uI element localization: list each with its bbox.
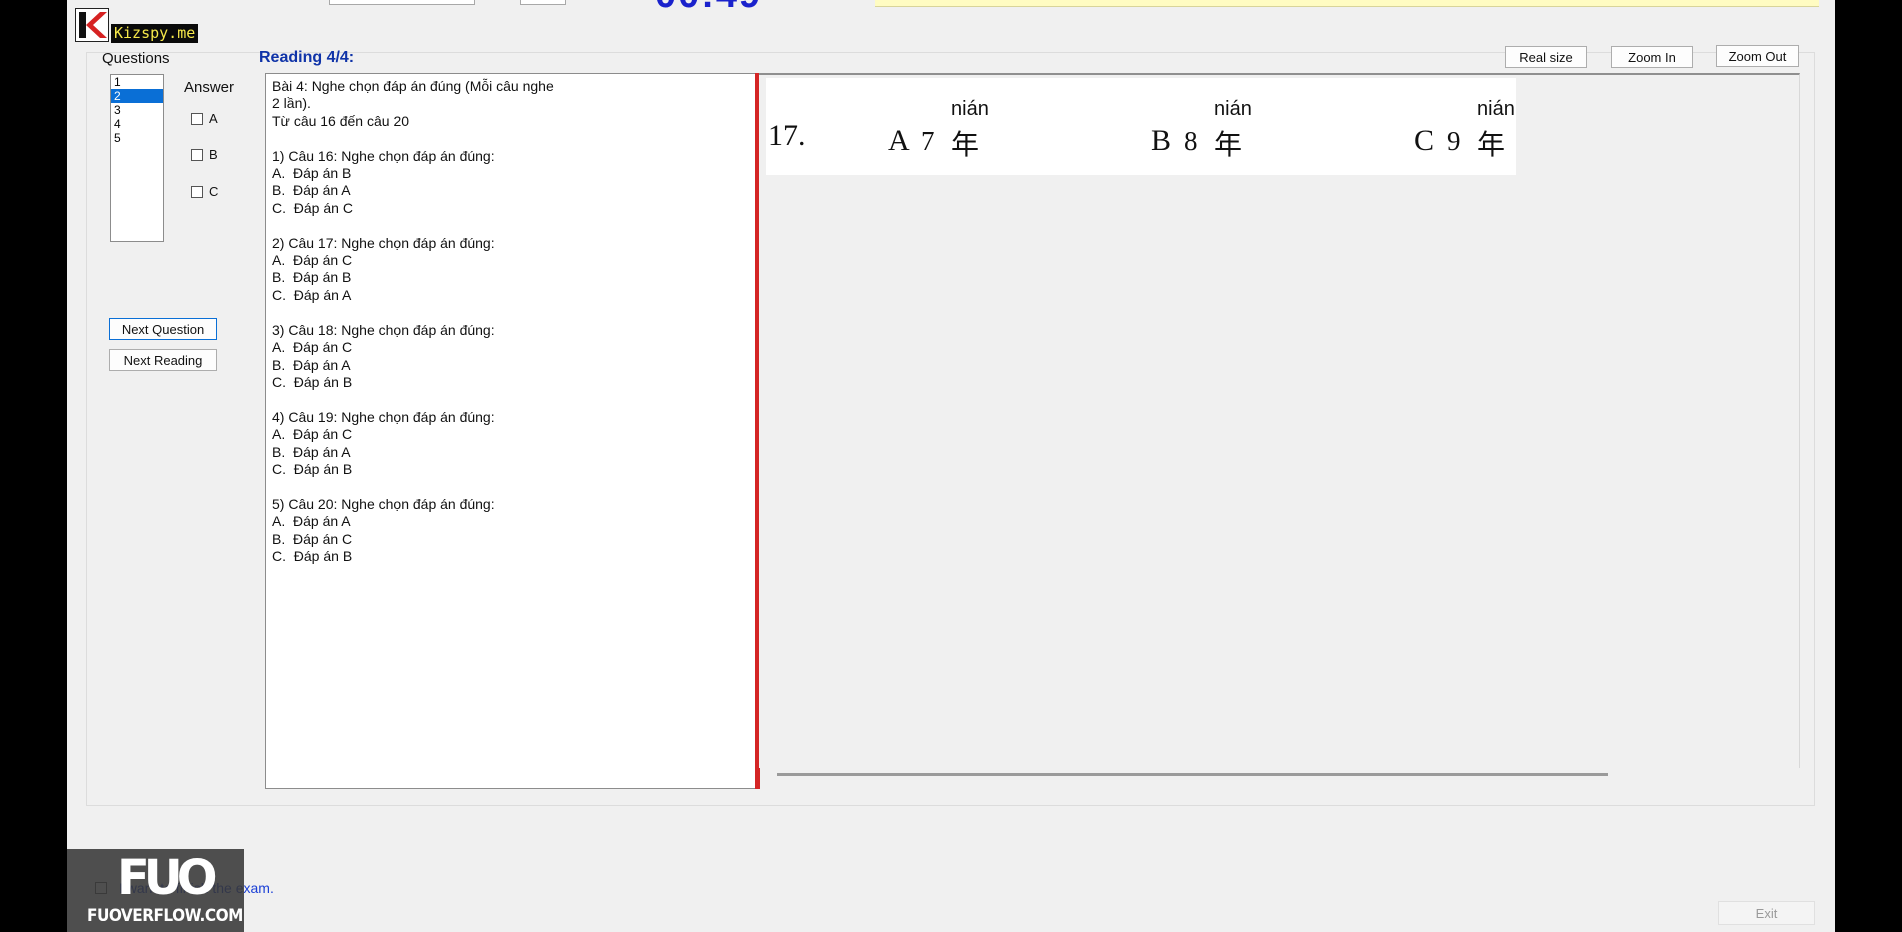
checkbox-c[interactable] [191,185,203,198]
question-item[interactable]: 4 [111,117,163,131]
option-hanzi-c: 年 [1477,128,1506,161]
zoom-out-button[interactable]: Zoom Out [1716,45,1799,67]
next-reading-button[interactable]: Next Reading [109,349,217,371]
watermark-site-text: FUOVERFLOW.COM [87,906,243,926]
option-letter-b: B [1151,124,1172,157]
status-bar [875,0,1819,7]
option-letter-c: C [1414,124,1435,157]
top-field-left[interactable] [329,0,475,5]
question-item[interactable]: 5 [111,131,163,145]
next-question-button[interactable]: Next Question [109,318,217,340]
zoom-in-button[interactable]: Zoom In [1611,46,1693,68]
image-question-number: 17. [768,119,806,152]
top-field-right[interactable] [520,0,566,5]
reading-text-panel[interactable]: Bài 4: Nghe chọn đáp án đúng (Mỗi câu ng… [265,73,757,789]
option-letter-a: A [888,124,910,157]
answer-option-label: C [209,184,219,199]
option-hanzi-a: 年 [951,128,980,161]
question-item[interactable]: 1 [111,75,163,89]
question-item[interactable]: 3 [111,103,163,117]
question-list[interactable]: 1 2 3 4 5 [110,74,164,242]
answer-option-label: B [209,147,218,162]
reading-text: Bài 4: Nghe chọn đáp án đúng (Mỗi câu ng… [272,78,554,564]
fuoverflow-watermark: FUO FUOVERFLOW.COM [67,849,244,932]
option-number-b: 8 [1184,126,1198,156]
image-horizontal-scrollbar[interactable] [777,773,1608,776]
answer-option-c[interactable]: C [191,184,218,199]
answer-label: Answer [184,79,235,96]
watermark-logo-text: FUO [117,850,218,906]
logo-watermark-text: Kizspy.me [111,24,199,43]
checkbox-a[interactable] [191,112,203,125]
pinyin-b: nián [1214,98,1252,120]
exit-button[interactable]: Exit [1718,901,1815,925]
option-hanzi-b: 年 [1214,128,1243,161]
answer-option-b[interactable]: B [191,147,218,162]
checkbox-b[interactable] [191,148,203,161]
option-number-c: 9 [1447,126,1461,156]
option-number-a: 7 [921,126,935,156]
timer-display: 00:49 [655,0,762,17]
questions-label: Questions [102,50,170,67]
answer-option-label: A [209,111,218,126]
pinyin-c: nián [1477,98,1515,120]
kizspy-logo-icon [75,8,109,42]
reading-title: Reading 4/4: [259,49,355,66]
exam-window: 00:49 Kizspy.me Questions Answer 1 2 3 4… [67,0,1835,932]
question-image: 17. nián A 7 年 nián B 8 年 nián C 9 年 [766,78,1516,175]
question-image-viewer[interactable]: 17. nián A 7 年 nián B 8 年 nián C 9 年 [759,73,1800,768]
real-size-button[interactable]: Real size [1505,46,1587,68]
answer-option-a[interactable]: A [191,111,218,126]
question-item-selected[interactable]: 2 [111,89,163,103]
pinyin-a: nián [951,98,989,120]
